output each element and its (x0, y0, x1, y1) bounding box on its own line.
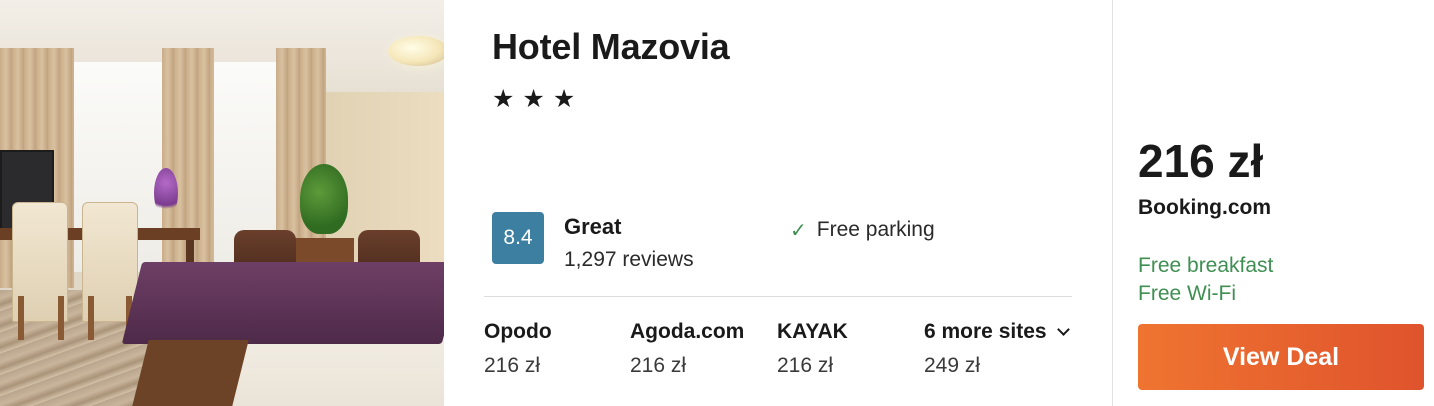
amenity-free-parking: ✓ Free parking (790, 218, 935, 242)
photo-orchid (154, 168, 178, 218)
star-rating: ★ ★ ★ (492, 84, 575, 114)
provider-name: Opodo (484, 320, 552, 343)
photo-ceiling-lamp (388, 36, 444, 66)
photo-plant (300, 164, 348, 234)
star-icon: ★ (552, 84, 576, 113)
provider-agoda[interactable]: Agoda.com 216 zł (630, 320, 744, 378)
provider-name: Agoda.com (630, 320, 745, 343)
provider-price: 216 zł (484, 354, 541, 377)
provider-price: 216 zł (777, 354, 834, 377)
review-score-badge: 8.4 (492, 212, 544, 264)
photo-chair-leg (88, 296, 94, 340)
more-sites-dropdown[interactable]: 6 more sites 249 zł (924, 320, 1070, 378)
provider-kayak[interactable]: KAYAK 216 zł (777, 320, 848, 378)
hotel-name[interactable]: Hotel Mazovia (492, 26, 730, 68)
star-icon: ★ (492, 84, 515, 113)
provider-price: 216 zł (630, 354, 687, 377)
perk-free-breakfast: Free breakfast (1138, 254, 1274, 277)
review-score-label: Great (564, 214, 622, 239)
amenity-label: Free parking (816, 218, 935, 241)
star-icon: ★ (522, 84, 545, 113)
provider-name: KAYAK (777, 320, 848, 343)
provider-opodo[interactable]: Opodo 216 zł (484, 320, 552, 378)
review-count[interactable]: 1,297 reviews (564, 248, 694, 272)
divider (484, 296, 1072, 297)
provider-price: 249 zł (924, 354, 981, 377)
hotel-photo[interactable] (0, 0, 444, 406)
checkmark-icon: ✓ (790, 218, 807, 242)
photo-chair-leg (18, 296, 24, 340)
view-deal-button[interactable]: View Deal (1138, 324, 1424, 390)
deal-provider: Booking.com (1138, 196, 1272, 219)
deal-price: 216 zł (1138, 135, 1264, 187)
photo-chair-leg (58, 296, 64, 340)
provider-name-row: 6 more sites (924, 320, 1070, 344)
provider-name: 6 more sites (924, 320, 1047, 343)
photo-bed-frame (131, 340, 249, 406)
chevron-down-icon[interactable] (1056, 322, 1070, 336)
perk-free-wifi: Free Wi-Fi (1138, 282, 1236, 305)
section-divider (1112, 0, 1113, 406)
photo-bed-throw (121, 262, 444, 344)
